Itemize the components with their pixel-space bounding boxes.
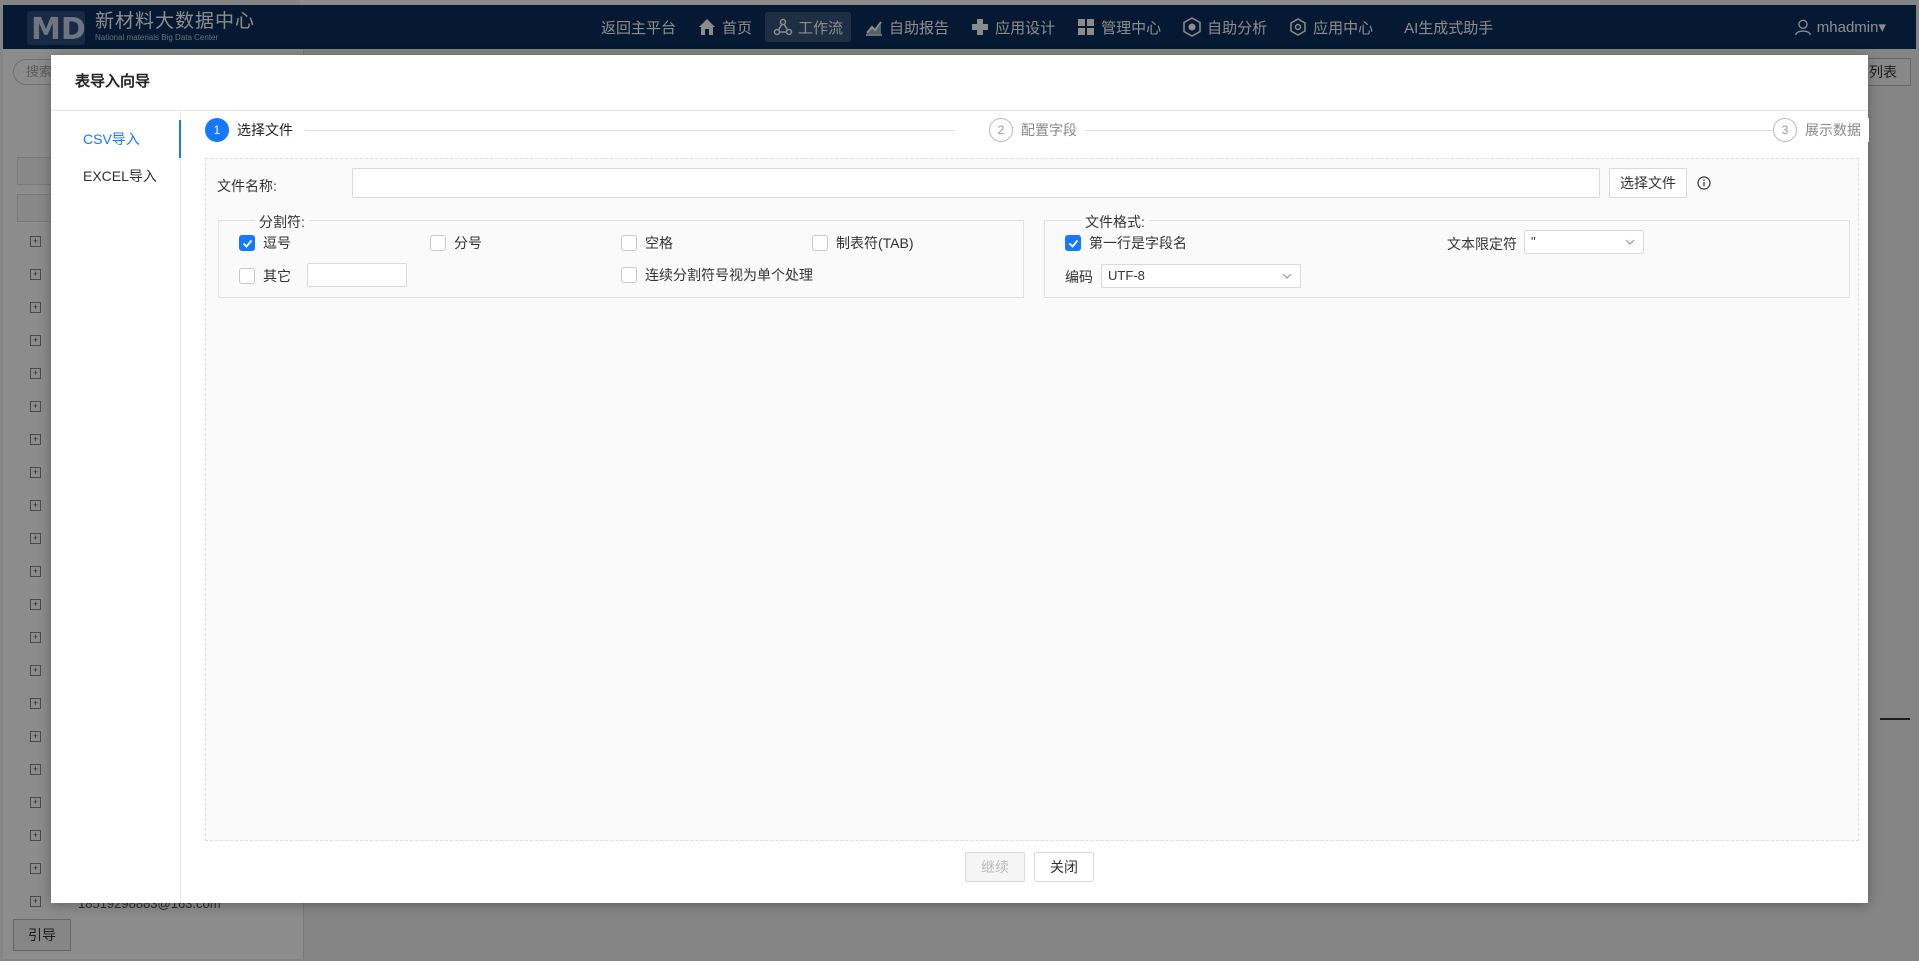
step-label: 选择文件 xyxy=(237,122,293,138)
step-label: 配置字段 xyxy=(1021,122,1077,138)
step-label: 展示数据 xyxy=(1805,122,1861,138)
file-selection-panel: 文件名称: 选择文件 分割符: 逗号 分号 空格 制表符(TAB) 其它 连续分… xyxy=(205,158,1859,841)
space-checkbox[interactable]: 空格 xyxy=(621,233,673,253)
checkbox-label: 第一行是字段名 xyxy=(1089,235,1187,251)
file-name-input[interactable] xyxy=(352,168,1600,198)
import-wizard-dialog: 表导入向导 CSV导入 EXCEL导入 1 选择文件 2 配置字段 3 展示数据… xyxy=(51,55,1869,903)
encoding-label: 编码 xyxy=(1065,269,1093,285)
step-number: 3 xyxy=(1773,118,1797,142)
checkbox-label: 连续分割符号视为单个处理 xyxy=(645,267,813,283)
choose-file-button[interactable]: 选择文件 xyxy=(1609,168,1687,198)
chevron-down-icon xyxy=(1282,273,1292,279)
checkbox-label: 分号 xyxy=(454,235,482,251)
checkbox-box xyxy=(812,235,828,251)
other-delimiter-input[interactable] xyxy=(307,263,407,287)
step-show-data[interactable]: 3 展示数据 xyxy=(1773,118,1869,142)
checkbox-label: 制表符(TAB) xyxy=(836,235,914,251)
comma-checkbox[interactable]: 逗号 xyxy=(239,233,291,253)
consecutive-delimiter-checkbox[interactable]: 连续分割符号视为单个处理 xyxy=(621,265,813,285)
step-connector xyxy=(305,130,955,131)
file-name-label: 文件名称: xyxy=(217,178,277,194)
step-connector xyxy=(1085,130,1795,131)
file-format-fieldset: 文件格式: 第一行是字段名 文本限定符 " 编码 UTF-8 xyxy=(1044,212,1850,298)
tab-checkbox[interactable]: 制表符(TAB) xyxy=(812,233,914,253)
checkbox-box xyxy=(239,268,255,284)
info-icon[interactable] xyxy=(1697,176,1711,190)
other-checkbox[interactable]: 其它 xyxy=(239,266,291,286)
checkbox-box xyxy=(239,235,255,251)
dialog-header-divider xyxy=(51,110,1868,111)
encoding-select[interactable]: UTF-8 xyxy=(1101,264,1301,288)
checkbox-box xyxy=(621,267,637,283)
step-number: 2 xyxy=(989,118,1013,142)
select-value: UTF-8 xyxy=(1108,268,1145,283)
first-row-header-checkbox[interactable]: 第一行是字段名 xyxy=(1065,233,1187,253)
sidebar-item-excel[interactable]: EXCEL导入 xyxy=(51,157,181,195)
select-value: " xyxy=(1531,234,1536,249)
checkbox-box xyxy=(621,235,637,251)
semicolon-checkbox[interactable]: 分号 xyxy=(430,233,482,253)
step-number: 1 xyxy=(205,118,229,142)
dialog-title: 表导入向导 xyxy=(75,73,151,90)
checkbox-label: 空格 xyxy=(645,235,673,251)
file-format-legend: 文件格式: xyxy=(1081,212,1149,232)
text-qualifier-select[interactable]: " xyxy=(1524,230,1644,254)
checkbox-box xyxy=(1065,235,1081,251)
continue-button[interactable]: 继续 xyxy=(965,852,1025,882)
sidebar-item-csv[interactable]: CSV导入 xyxy=(51,120,181,158)
step-configure-fields[interactable]: 2 配置字段 xyxy=(989,118,1085,142)
close-button[interactable]: 关闭 xyxy=(1034,852,1094,882)
import-type-sidebar: CSV导入 EXCEL导入 xyxy=(51,111,181,903)
chevron-down-icon xyxy=(1625,239,1635,245)
checkbox-label: 其它 xyxy=(263,268,291,284)
delimiter-fieldset: 分割符: 逗号 分号 空格 制表符(TAB) 其它 连续分割符号视为单个处理 xyxy=(218,212,1024,298)
step-select-file[interactable]: 1 选择文件 xyxy=(205,118,301,142)
checkbox-box xyxy=(430,235,446,251)
delimiter-legend: 分割符: xyxy=(255,212,309,232)
check-icon xyxy=(242,239,252,248)
check-icon xyxy=(1068,239,1078,248)
wizard-steps: 1 选择文件 2 配置字段 3 展示数据 xyxy=(205,118,1869,142)
text-qualifier-label: 文本限定符 xyxy=(1447,236,1517,252)
checkbox-label: 逗号 xyxy=(263,235,291,251)
